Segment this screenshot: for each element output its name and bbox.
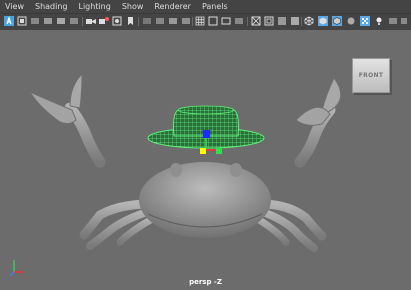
wireframe-on-shaded-icon[interactable] <box>332 16 342 26</box>
textured-checker-icon[interactable] <box>360 16 370 26</box>
xray-icon[interactable] <box>290 16 300 26</box>
bookmark-icon[interactable] <box>30 16 40 26</box>
3d-viewport[interactable]: FRONT <box>0 30 411 290</box>
camera-lock-icon[interactable] <box>99 16 109 26</box>
manipulator-center-handle[interactable] <box>200 148 206 154</box>
crab-left-claw[interactable] <box>28 72 106 168</box>
menu-renderer[interactable]: Renderer <box>149 0 197 13</box>
default-material-icon[interactable] <box>155 16 165 26</box>
toolbar-separator <box>247 17 248 26</box>
camera-name-label: persp -Z <box>189 278 222 286</box>
menu-view[interactable]: View <box>0 0 30 13</box>
axis-indicator-icon <box>9 260 24 277</box>
shadows-icon[interactable] <box>388 16 398 26</box>
toolbar-separator <box>192 17 193 26</box>
scene-render[interactable] <box>0 30 411 290</box>
toolbar-separator <box>301 17 302 26</box>
film-gate-icon[interactable] <box>112 16 122 26</box>
viewcube-face-label: FRONT <box>358 72 384 79</box>
image-plane-icon[interactable] <box>43 16 53 26</box>
bookmark-flag-icon[interactable] <box>125 16 135 26</box>
isolate-select-icon[interactable] <box>277 16 287 26</box>
smooth-shade-icon[interactable] <box>142 16 152 26</box>
panel-toolbar <box>0 13 411 31</box>
menu-shading[interactable]: Shading <box>30 0 74 13</box>
manipulator-y-handle[interactable] <box>216 148 222 154</box>
panel-menu-bar: View Shading Lighting Show Renderer Pane… <box>0 0 411 13</box>
menu-lighting[interactable]: Lighting <box>73 0 116 13</box>
menu-show[interactable]: Show <box>117 0 150 13</box>
viewcube[interactable]: FRONT <box>352 58 390 93</box>
crab-body[interactable] <box>139 162 271 238</box>
menu-panels[interactable]: Panels <box>197 0 234 13</box>
toolbar-separator <box>82 17 83 26</box>
select-camera-icon[interactable] <box>4 16 14 26</box>
textured-icon[interactable] <box>168 16 178 26</box>
safe-action-icon[interactable] <box>251 16 261 26</box>
safe-title-icon[interactable] <box>264 16 274 26</box>
gate-mask-icon[interactable] <box>221 16 231 26</box>
toolbar-separator <box>138 17 139 26</box>
smooth-shade-all-icon[interactable] <box>318 16 328 26</box>
2d-pan-zoom-icon[interactable] <box>56 16 66 26</box>
grid-icon[interactable] <box>195 16 205 26</box>
crab-right-claw[interactable] <box>294 77 342 168</box>
lights-icon[interactable] <box>374 16 384 26</box>
field-chart-icon[interactable] <box>234 16 244 26</box>
wireframe-icon[interactable] <box>304 16 314 26</box>
more-options-icon[interactable] <box>400 16 410 26</box>
camera-attributes-icon[interactable] <box>17 16 27 26</box>
maya-viewport-panel: View Shading Lighting Show Renderer Pane… <box>0 0 411 290</box>
use-all-lights-icon[interactable] <box>181 16 191 26</box>
grease-pencil-icon[interactable] <box>69 16 79 26</box>
video-camera-icon[interactable] <box>86 16 96 26</box>
manipulator-z-handle[interactable] <box>203 130 210 138</box>
default-quality-icon[interactable] <box>346 16 356 26</box>
resolution-gate-icon[interactable] <box>208 16 218 26</box>
